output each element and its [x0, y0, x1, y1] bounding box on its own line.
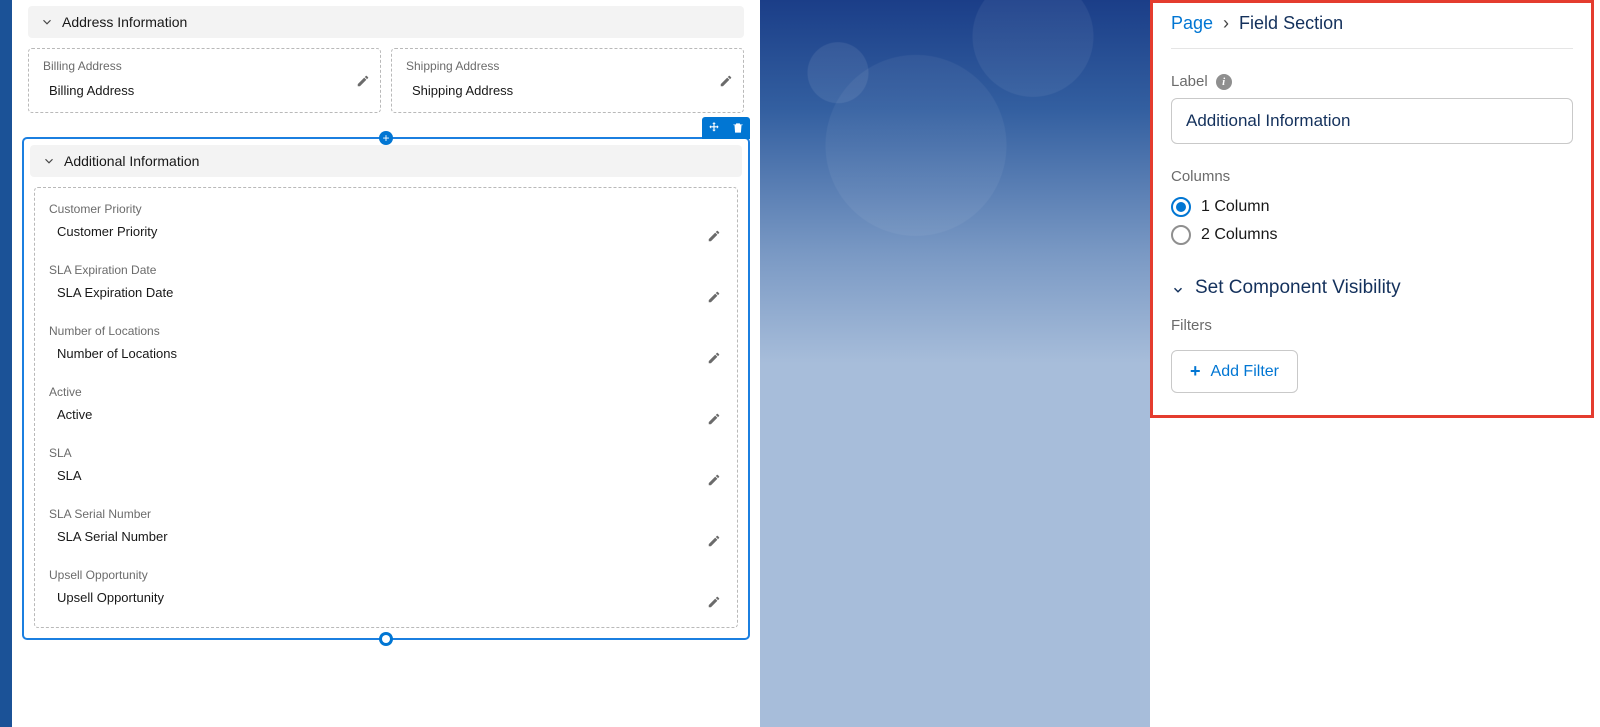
field-value: Active	[49, 399, 723, 432]
pencil-icon[interactable]	[707, 534, 721, 548]
background-decoration	[760, 0, 1150, 727]
breadcrumb: Page › Field Section	[1171, 7, 1573, 49]
breadcrumb-page-link[interactable]: Page	[1171, 13, 1213, 34]
pencil-icon[interactable]	[707, 412, 721, 426]
field-upsell-opportunity[interactable]: Upsell Opportunity Upsell Opportunity	[45, 558, 727, 619]
label-input[interactable]	[1171, 98, 1573, 144]
property-label-row: Columns	[1171, 168, 1573, 185]
selection-toolbar	[702, 117, 750, 139]
section-header-address[interactable]: Address Information	[28, 6, 744, 38]
section-title: Additional Information	[64, 153, 199, 169]
pencil-icon[interactable]	[707, 229, 721, 243]
field-label: Shipping Address	[406, 59, 729, 73]
pencil-icon[interactable]	[707, 595, 721, 609]
field-value: Number of Locations	[49, 338, 723, 371]
breadcrumb-separator: ›	[1223, 13, 1229, 34]
field-label: Number of Locations	[49, 324, 723, 338]
radio-icon	[1171, 197, 1191, 217]
section-address-information: Address Information Billing Address Bill…	[22, 0, 750, 125]
fields-container: Customer Priority Customer Priority SLA …	[34, 187, 738, 628]
pencil-icon[interactable]	[356, 74, 370, 88]
property-label-row: Label i	[1171, 73, 1573, 90]
chevron-down-icon	[1171, 281, 1185, 295]
chevron-down-icon	[40, 15, 54, 29]
section-header-additional[interactable]: Additional Information	[30, 145, 742, 177]
field-shipping-address[interactable]: Shipping Address Shipping Address	[391, 48, 744, 113]
label-property: Label i	[1171, 49, 1573, 144]
field-value: Billing Address	[43, 83, 366, 98]
radio-2-columns[interactable]: 2 Columns	[1171, 221, 1573, 249]
pencil-icon[interactable]	[707, 473, 721, 487]
insert-below-button[interactable]	[379, 632, 393, 646]
property-label-text: Columns	[1171, 168, 1230, 185]
properties-panel: Page › Field Section Label i Columns 1 C…	[1150, 0, 1600, 727]
columns-property: Columns 1 Column 2 Columns	[1171, 144, 1573, 249]
highlighted-region: Page › Field Section Label i Columns 1 C…	[1150, 0, 1594, 418]
address-fields-row: Billing Address Billing Address Shipping…	[28, 38, 744, 119]
field-billing-address[interactable]: Billing Address Billing Address	[28, 48, 381, 113]
property-label-text: Filters	[1171, 317, 1212, 334]
add-filter-label: Add Filter	[1211, 363, 1279, 381]
dot-icon	[382, 635, 390, 643]
field-sla[interactable]: SLA SLA	[45, 436, 727, 497]
info-icon[interactable]: i	[1216, 74, 1232, 90]
section-title: Address Information	[62, 14, 187, 30]
field-label: Billing Address	[43, 59, 366, 73]
move-button[interactable]	[702, 117, 726, 139]
plus-icon: +	[1190, 361, 1201, 382]
chevron-down-icon	[42, 154, 56, 168]
radio-label: 1 Column	[1201, 198, 1269, 216]
pencil-icon[interactable]	[707, 351, 721, 365]
property-label-row: Filters	[1171, 317, 1573, 334]
field-value: SLA Expiration Date	[49, 277, 723, 310]
field-number-of-locations[interactable]: Number of Locations Number of Locations	[45, 314, 727, 375]
field-active[interactable]: Active Active	[45, 375, 727, 436]
insert-above-button[interactable]: +	[379, 131, 393, 145]
field-label: SLA Serial Number	[49, 507, 723, 521]
field-sla-serial-number[interactable]: SLA Serial Number SLA Serial Number	[45, 497, 727, 558]
plus-icon: +	[382, 132, 389, 144]
field-value: Customer Priority	[49, 216, 723, 249]
pencil-icon[interactable]	[707, 290, 721, 304]
delete-button[interactable]	[726, 117, 750, 139]
field-sla-expiration-date[interactable]: SLA Expiration Date SLA Expiration Date	[45, 253, 727, 314]
field-label: SLA Expiration Date	[49, 263, 723, 277]
filters-property: Filters + Add Filter	[1171, 299, 1573, 393]
layout-canvas: Address Information Billing Address Bill…	[0, 0, 760, 727]
pencil-icon[interactable]	[719, 74, 733, 88]
field-label: Active	[49, 385, 723, 399]
property-label-text: Label	[1171, 73, 1208, 90]
radio-label: 2 Columns	[1201, 226, 1277, 244]
breadcrumb-current: Field Section	[1239, 13, 1343, 34]
field-customer-priority[interactable]: Customer Priority Customer Priority	[45, 192, 727, 253]
field-value: SLA Serial Number	[49, 521, 723, 554]
radio-icon	[1171, 225, 1191, 245]
field-label: Customer Priority	[49, 202, 723, 216]
add-filter-button[interactable]: + Add Filter	[1171, 350, 1298, 393]
field-value: Upsell Opportunity	[49, 582, 723, 615]
field-label: SLA	[49, 446, 723, 460]
radio-1-column[interactable]: 1 Column	[1171, 193, 1573, 221]
field-value: SLA	[49, 460, 723, 493]
section-additional-information-selected[interactable]: + Additional Information Customer Priori…	[22, 137, 750, 640]
field-label: Upsell Opportunity	[49, 568, 723, 582]
component-visibility-toggle[interactable]: Set Component Visibility	[1171, 249, 1573, 299]
field-value: Shipping Address	[406, 83, 729, 98]
visibility-title: Set Component Visibility	[1195, 277, 1401, 299]
